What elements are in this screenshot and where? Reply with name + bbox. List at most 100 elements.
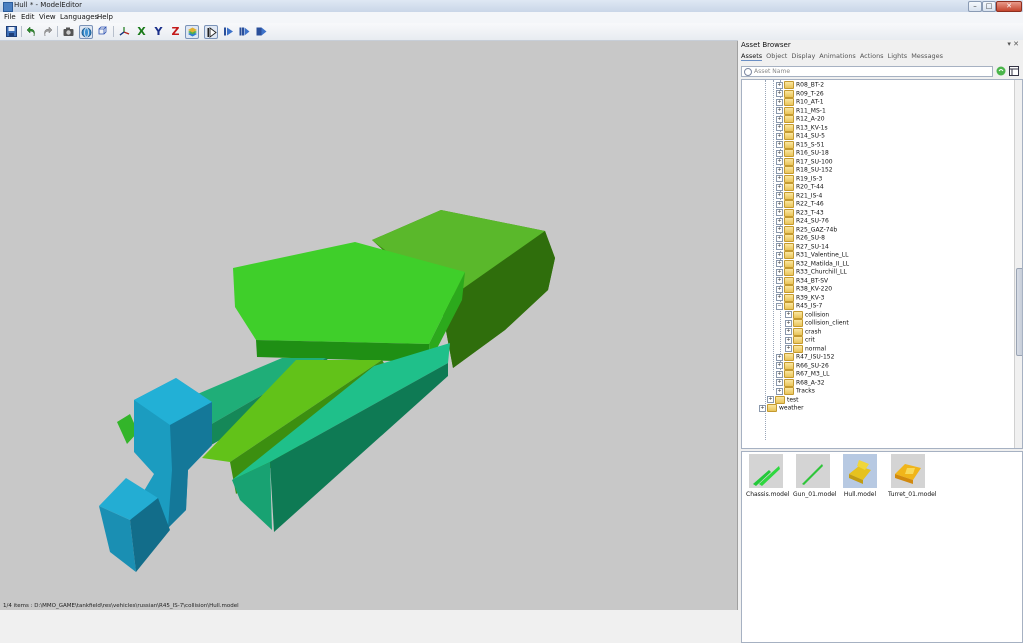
tree-item[interactable]: + R11_MS-1 — [776, 106, 826, 115]
expand-icon[interactable]: + — [776, 294, 783, 301]
thumbnail-chassis[interactable]: Chassis.model — [746, 454, 789, 500]
tree-item-child[interactable]: + crash — [785, 327, 821, 336]
undo-icon[interactable] — [25, 25, 38, 38]
tree-item[interactable]: + R16_SU-18 — [776, 149, 829, 157]
expand-icon[interactable]: + — [776, 175, 783, 182]
expand-icon[interactable]: + — [776, 124, 783, 131]
tree-item[interactable]: + R66_SU-26 — [776, 361, 829, 370]
expand-icon[interactable]: + — [776, 268, 783, 276]
wireframe-cube-icon[interactable] — [96, 25, 109, 38]
maximize-button[interactable]: □ — [982, 1, 996, 12]
expand-icon[interactable]: + — [776, 107, 783, 114]
expand-icon[interactable]: + — [776, 234, 783, 242]
scrollbar-thumb[interactable] — [1016, 268, 1022, 356]
tab-object[interactable]: Object — [766, 52, 787, 60]
layers-icon[interactable] — [185, 25, 199, 39]
expand-icon[interactable]: + — [776, 370, 783, 378]
tree-item[interactable]: + R19_IS-3 — [776, 174, 822, 183]
expand-icon[interactable]: + — [759, 404, 766, 412]
fast-forward-icon[interactable] — [238, 25, 251, 38]
expand-icon[interactable]: + — [776, 81, 783, 89]
tree-item[interactable]: + test — [767, 395, 799, 404]
tree-item[interactable]: + R68_A-32 — [776, 378, 825, 387]
thumbnail-gun[interactable]: Gun_01.model — [793, 454, 836, 500]
expand-icon[interactable]: + — [767, 396, 774, 403]
tab-animations[interactable]: Animations — [819, 52, 856, 60]
play-icon[interactable] — [204, 25, 218, 39]
tree-item[interactable]: + R17_SU-100 — [776, 157, 833, 166]
expand-icon[interactable]: + — [776, 192, 783, 199]
menu-file[interactable]: File — [4, 13, 16, 21]
expand-icon[interactable]: + — [776, 200, 783, 208]
expand-icon[interactable]: + — [776, 379, 783, 386]
tree-item[interactable]: + R18_SU-152 — [776, 166, 833, 174]
refresh-icon[interactable] — [996, 66, 1006, 76]
tree-item[interactable]: + R31_Valentine_LL — [776, 251, 848, 259]
save-icon[interactable] — [5, 25, 18, 38]
redo-icon[interactable] — [41, 25, 54, 38]
expand-icon[interactable]: + — [776, 251, 783, 259]
tab-display[interactable]: Display — [791, 52, 815, 60]
axes-icon[interactable] — [118, 25, 131, 38]
tab-lights[interactable]: Lights — [888, 52, 908, 60]
expand-icon[interactable]: + — [776, 141, 783, 148]
tree-item[interactable]: + R67_M3_LL — [776, 370, 829, 378]
expand-icon[interactable]: + — [776, 353, 783, 361]
list-view-icon[interactable] — [1009, 66, 1019, 76]
collapse-icon[interactable]: − — [776, 302, 783, 310]
expand-icon[interactable]: + — [776, 260, 783, 267]
tab-assets[interactable]: Assets — [741, 52, 763, 61]
minimize-button[interactable]: – — [968, 1, 982, 12]
tree-item[interactable]: + R14_SU-5 — [776, 132, 825, 140]
thumbnail-turret[interactable]: Turret_01.model — [888, 454, 937, 500]
tree-item[interactable]: + R23_T-43 — [776, 208, 824, 217]
tree-item[interactable]: + R39_KV-3 — [776, 293, 824, 302]
tree-item[interactable]: + R20_T-44 — [776, 183, 824, 191]
tree-item-child[interactable]: + collision_client — [785, 319, 849, 327]
3d-viewport[interactable] — [0, 41, 738, 610]
menu-edit[interactable]: Edit — [21, 13, 35, 21]
tree-item[interactable]: + R10_AT-1 — [776, 98, 824, 106]
tree-item[interactable]: + R25_GAZ-74b — [776, 225, 837, 234]
tree-item[interactable]: + R24_SU-76 — [776, 217, 829, 225]
expand-icon[interactable]: + — [776, 243, 783, 250]
expand-icon[interactable]: + — [776, 217, 783, 225]
tree-item[interactable]: + R22_T-46 — [776, 200, 824, 208]
tree-item-child[interactable]: + crit — [785, 336, 815, 344]
tree-item[interactable]: + R21_IS-4 — [776, 191, 822, 200]
tree-item[interactable]: + R26_SU-8 — [776, 234, 825, 242]
expand-icon[interactable]: + — [785, 319, 792, 327]
tree-item[interactable]: + R34_BT-SV — [776, 276, 828, 285]
y-axis-button[interactable]: Y — [152, 25, 165, 38]
expand-icon[interactable]: + — [776, 277, 783, 284]
tree-item-child[interactable]: + collision — [785, 310, 829, 319]
expand-icon[interactable]: + — [776, 90, 783, 97]
expand-icon[interactable]: + — [776, 285, 783, 293]
expand-icon[interactable]: + — [776, 183, 783, 191]
expand-icon[interactable]: + — [785, 311, 792, 318]
expand-icon[interactable]: + — [776, 362, 783, 369]
expand-icon[interactable]: + — [776, 115, 783, 123]
menu-help[interactable]: Help — [97, 13, 113, 21]
step-forward-icon[interactable] — [222, 25, 235, 38]
camera-icon[interactable] — [62, 25, 75, 38]
tree-item[interactable]: + R33_Churchill_LL — [776, 268, 847, 276]
tree-item[interactable]: + R09_T-26 — [776, 89, 824, 98]
z-axis-button[interactable]: Z — [169, 25, 182, 38]
menu-languages[interactable]: Languages — [60, 13, 98, 21]
tree-item[interactable]: − R45_IS-7 — [776, 302, 822, 310]
tree-item[interactable]: + R12_A-20 — [776, 115, 825, 123]
tree-item[interactable]: + weather — [759, 404, 804, 412]
expand-icon[interactable]: + — [776, 387, 783, 395]
panel-header-buttons[interactable]: ▾ ✕ — [1007, 40, 1019, 48]
expand-icon[interactable]: + — [785, 336, 792, 344]
tree-item[interactable]: + R27_SU-14 — [776, 242, 829, 251]
thumbnail-hull[interactable]: Hull.model — [840, 454, 880, 500]
expand-icon[interactable]: + — [776, 226, 783, 233]
asset-search-input[interactable]: Asset Name — [741, 66, 993, 77]
tree-item[interactable]: + R13_KV-1s — [776, 123, 828, 132]
tree-item[interactable]: + R08_BT-2 — [776, 81, 824, 89]
tree-item[interactable]: + Tracks — [776, 387, 815, 395]
tree-item-child[interactable]: + normal — [785, 344, 826, 353]
tab-actions[interactable]: Actions — [860, 52, 884, 60]
